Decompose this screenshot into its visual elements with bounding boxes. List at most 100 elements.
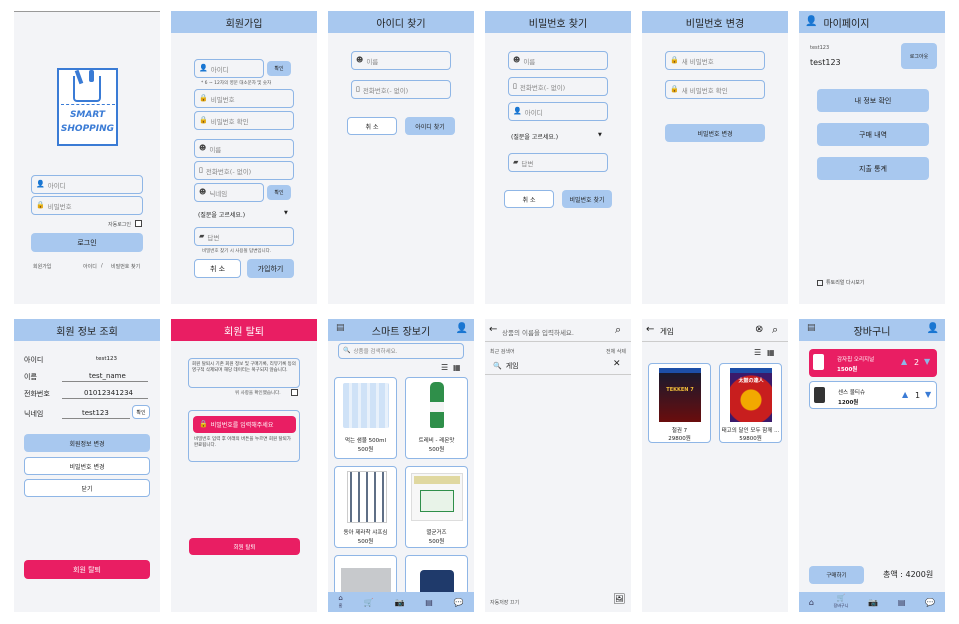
- purchase-history-button[interactable]: 구매 내역: [817, 123, 929, 146]
- nick-check-button[interactable]: 확인: [267, 185, 291, 200]
- signup-link[interactable]: 회원가입: [33, 263, 51, 270]
- pw-placeholder: 비밀번호: [47, 202, 72, 211]
- recent-search-item[interactable]: 🔍 게임: [493, 361, 519, 371]
- withdraw-button[interactable]: 회원 탈퇴: [24, 560, 150, 579]
- find-id-name-input[interactable]: ☻ 이름: [351, 51, 451, 70]
- home-icon[interactable]: ⌂: [809, 598, 814, 607]
- chat-icon[interactable]: 💬: [454, 598, 464, 607]
- logout-button[interactable]: 로그아웃: [901, 43, 937, 69]
- product-search-input[interactable]: 🔍 상품을 검색하세요.: [338, 343, 464, 359]
- new-pw-confirm-input[interactable]: 🔒 새 비밀번호 확인: [665, 80, 765, 99]
- find-pw-phone-input[interactable]: ▯ 전화번호(- 없이): [508, 77, 608, 96]
- grid-view-icon[interactable]: ▦: [453, 363, 461, 372]
- product-card[interactable]: 멸균거즈 500원: [405, 466, 468, 548]
- back-arrow-icon[interactable]: ←: [489, 324, 497, 335]
- find-pw-id-input[interactable]: 👤 아이디: [508, 102, 608, 121]
- cart-list-icon[interactable]: ▤: [336, 324, 345, 333]
- signup-nick-input[interactable]: ☻ 닉네임: [194, 183, 264, 202]
- nav-cart[interactable]: 🛒 장바구니: [834, 595, 849, 609]
- dropdown-arrow-icon[interactable]: ▼: [598, 132, 602, 138]
- qty-down-icon[interactable]: ▼: [924, 357, 930, 366]
- list-view-icon[interactable]: ☰: [441, 363, 448, 372]
- find-pw-button[interactable]: 비밀번호 찾기: [562, 190, 612, 208]
- cart-item[interactable]: 센스 물티슈 1200원 ▲ 1 ▼: [809, 381, 937, 409]
- signup-answer-input[interactable]: ▰ 답변: [194, 227, 294, 246]
- search-icon[interactable]: ⌕: [615, 323, 621, 337]
- clear-search-icon[interactable]: ⊗: [755, 324, 763, 335]
- receipt-icon[interactable]: ▤: [898, 598, 906, 607]
- search-icon[interactable]: ⌕: [772, 323, 778, 337]
- change-pw-button[interactable]: 비밀번호 변경: [24, 457, 150, 475]
- camera-icon[interactable]: 📷: [394, 598, 404, 607]
- chat-icon[interactable]: 💬: [925, 598, 935, 607]
- result-card[interactable]: 太鼓の達人 태고의 달인 모두 함께 ... 59800원: [719, 363, 782, 443]
- close-button[interactable]: 닫기: [24, 479, 150, 497]
- product-card[interactable]: 트레비 - 레몬맛 500원: [405, 377, 468, 459]
- cart-list-icon[interactable]: ▤: [807, 324, 816, 333]
- product-card[interactable]: 먹는 샘물 500ml 500원: [334, 377, 397, 459]
- product-card[interactable]: [334, 555, 397, 595]
- tutorial-link[interactable]: 튜토리얼 다시보기: [817, 279, 864, 286]
- find-pw-link[interactable]: 비밀번호 찾기: [111, 263, 140, 270]
- auto-save-off-button[interactable]: 자동저장 끄기: [490, 599, 519, 606]
- find-pw-question-select[interactable]: (질문을 고르세요.): [511, 132, 558, 141]
- signup-id-input[interactable]: 👤 아이디: [194, 59, 264, 78]
- remove-recent-icon[interactable]: ✕: [613, 359, 621, 369]
- qty-down-icon[interactable]: ▼: [925, 390, 931, 399]
- find-id-phone-input[interactable]: ▯ 전화번호(- 없이): [351, 80, 451, 99]
- spending-stats-button[interactable]: 지출 통계: [817, 157, 929, 180]
- find-pw-answer-input[interactable]: ▰ 답변: [508, 153, 608, 172]
- delete-all-button[interactable]: 전체 삭제: [606, 348, 626, 355]
- cart-icon[interactable]: 🛒: [364, 598, 374, 607]
- find-pw-cancel-button[interactable]: 취 소: [504, 190, 554, 208]
- login-button[interactable]: 로그인: [31, 233, 143, 252]
- qty-up-icon[interactable]: ▲: [901, 357, 907, 366]
- grid-view-icon[interactable]: ▦: [767, 348, 775, 357]
- image-search-icon[interactable]: 🖼: [613, 594, 626, 605]
- signup-pw-input[interactable]: 🔒 비밀번호: [194, 89, 294, 108]
- final-withdraw-button[interactable]: 회원 탈퇴: [189, 538, 300, 555]
- enter-pw-button[interactable]: 🔒 비밀번호를 입력해주세요: [193, 416, 296, 433]
- search-placeholder[interactable]: 상품의 이름을 입력하세요.: [502, 327, 574, 337]
- list-view-icon[interactable]: ☰: [754, 348, 761, 357]
- auto-login-checkbox[interactable]: [135, 220, 142, 227]
- account-icon[interactable]: 👤: [456, 324, 468, 334]
- result-card[interactable]: TEKKEN 7 철권 7 29800원: [648, 363, 711, 443]
- find-id-button[interactable]: 아이디 찾기: [405, 117, 455, 135]
- product-card[interactable]: [405, 555, 468, 595]
- signup-join-button[interactable]: 가입하기: [247, 259, 294, 278]
- signup-pw-confirm-input[interactable]: 🔒 비밀번호 확인: [194, 111, 294, 130]
- dropdown-arrow-icon[interactable]: ▼: [284, 210, 288, 216]
- qty-up-icon[interactable]: ▲: [902, 390, 908, 399]
- placeholder: 답변: [207, 233, 220, 242]
- placeholder: 답변: [521, 159, 534, 168]
- account-icon[interactable]: 👤: [927, 324, 939, 334]
- change-pw-button[interactable]: 비밀번호 변경: [665, 124, 765, 142]
- camera-icon[interactable]: 📷: [868, 598, 878, 607]
- nick-check-button[interactable]: 확인: [132, 405, 150, 419]
- receipt-icon[interactable]: ▤: [425, 598, 433, 607]
- edit-info-button[interactable]: 회원정보 변경: [24, 434, 150, 452]
- back-arrow-icon[interactable]: ←: [646, 324, 654, 335]
- question-select[interactable]: (질문을 고르세요.): [198, 210, 245, 219]
- delete-icon[interactable]: [814, 387, 825, 403]
- product-card[interactable]: 동아 제라착 샤프심 500원: [334, 466, 397, 548]
- find-id-cancel-button[interactable]: 취 소: [347, 117, 397, 135]
- new-pw-input[interactable]: 🔒 새 비밀번호: [665, 51, 765, 70]
- find-pw-name-input[interactable]: ☻ 이름: [508, 51, 608, 70]
- signup-cancel-button[interactable]: 취 소: [194, 259, 241, 278]
- login-id-input[interactable]: 👤 아이디: [31, 175, 143, 194]
- login-pw-input[interactable]: 🔒 비밀번호: [31, 196, 143, 215]
- delete-icon[interactable]: [813, 354, 824, 370]
- my-info-button[interactable]: 내 정보 확인: [817, 89, 929, 112]
- signup-name-input[interactable]: ☻ 이름: [194, 139, 294, 158]
- confirm-checkbox[interactable]: [291, 389, 298, 396]
- find-id-link[interactable]: 아이디: [83, 263, 97, 270]
- nav-home[interactable]: ⌂ 홈: [338, 595, 342, 609]
- nick-value[interactable]: test123: [82, 409, 109, 417]
- buy-button[interactable]: 구매하기: [809, 566, 864, 584]
- signup-phone-input[interactable]: ▯ 전화번호(- 없이): [194, 161, 294, 180]
- id-check-button[interactable]: 확인: [267, 61, 291, 76]
- cart-item[interactable]: 감자칩 오리지널 1500원 ▲ 2 ▼: [809, 349, 937, 377]
- search-query[interactable]: 게임: [660, 326, 674, 337]
